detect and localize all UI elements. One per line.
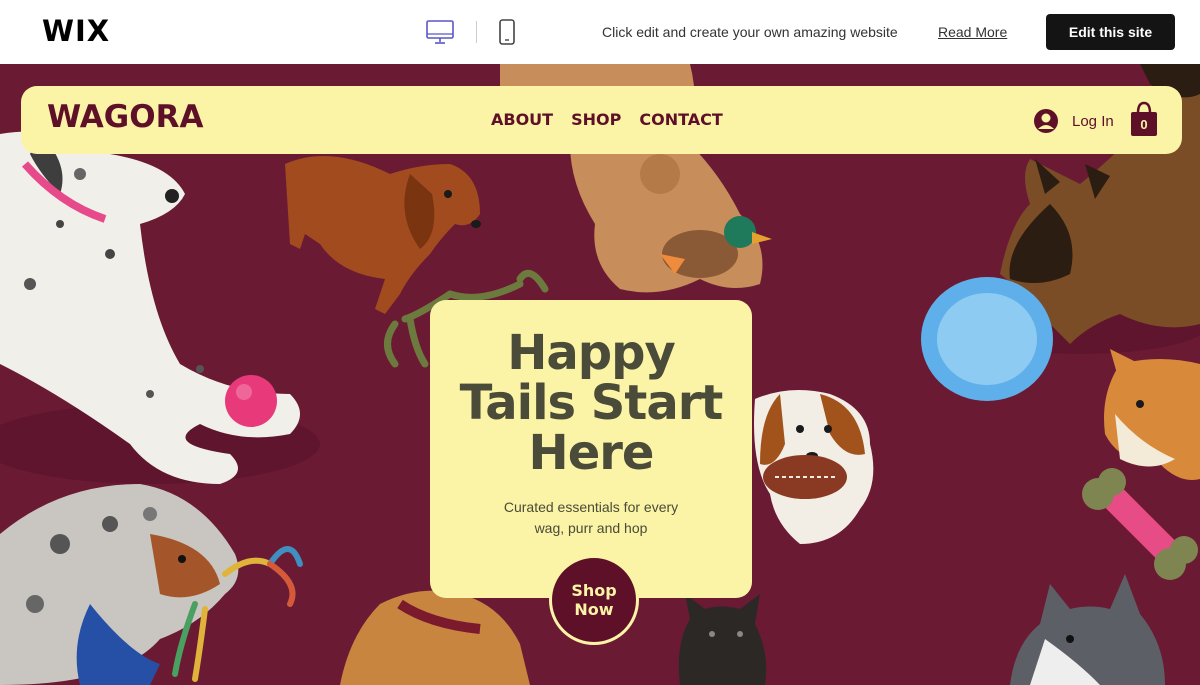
user-avatar-icon [1034,109,1058,133]
mobile-icon[interactable] [497,18,517,46]
edit-this-site-button[interactable]: Edit this site [1046,14,1175,50]
french-bulldog-dog [678,594,767,685]
wix-top-bar: WIX Click edit and create your own amazi… [0,0,1200,64]
hero-title-line: Happy [507,325,676,381]
cart-count: 0 [1140,117,1148,132]
shop-now-label: Shop Now [564,581,624,619]
login-label: Log In [1072,112,1114,130]
read-more-link[interactable]: Read More [938,24,1007,40]
blue-frisbee-toy [921,277,1053,401]
hero-subtitle: Curated essentials for every wag, purr a… [471,497,711,539]
brand-logo[interactable]: WAGORA [47,99,203,135]
hero-subtitle-line: Curated essentials for every [503,499,679,515]
hero-title-line: Here [528,425,655,481]
promo-text: Click edit and create your own amazing w… [602,24,898,40]
wix-logo[interactable]: WIX [42,14,110,48]
nav-contact[interactable]: CONTACT [639,110,722,129]
pink-ball-toy [225,375,277,427]
nav-about[interactable]: ABOUT [491,110,553,129]
hero-subtitle-line: wag, purr and hop [534,520,648,536]
shop-now-line: Now [574,600,614,619]
shop-now-button[interactable]: Shop Now [549,555,639,645]
desktop-icon[interactable] [425,19,455,45]
main-nav: ABOUT SHOP CONTACT [491,110,723,129]
device-separator [476,21,477,43]
hero-title-line: Tails Start [459,375,724,431]
hero-title: Happy Tails Start Here [430,328,752,478]
shop-now-line: Shop [571,581,617,600]
login-button[interactable]: Log In [1033,108,1114,134]
nav-shop[interactable]: SHOP [571,110,621,129]
hero-section: WAGORA ABOUT SHOP CONTACT Log In 0 Happy [0,64,1200,685]
hero-card: Happy Tails Start Here Curated essential… [430,300,752,598]
site-header: WAGORA ABOUT SHOP CONTACT Log In 0 [21,86,1182,154]
cart-button[interactable]: 0 [1129,101,1159,137]
